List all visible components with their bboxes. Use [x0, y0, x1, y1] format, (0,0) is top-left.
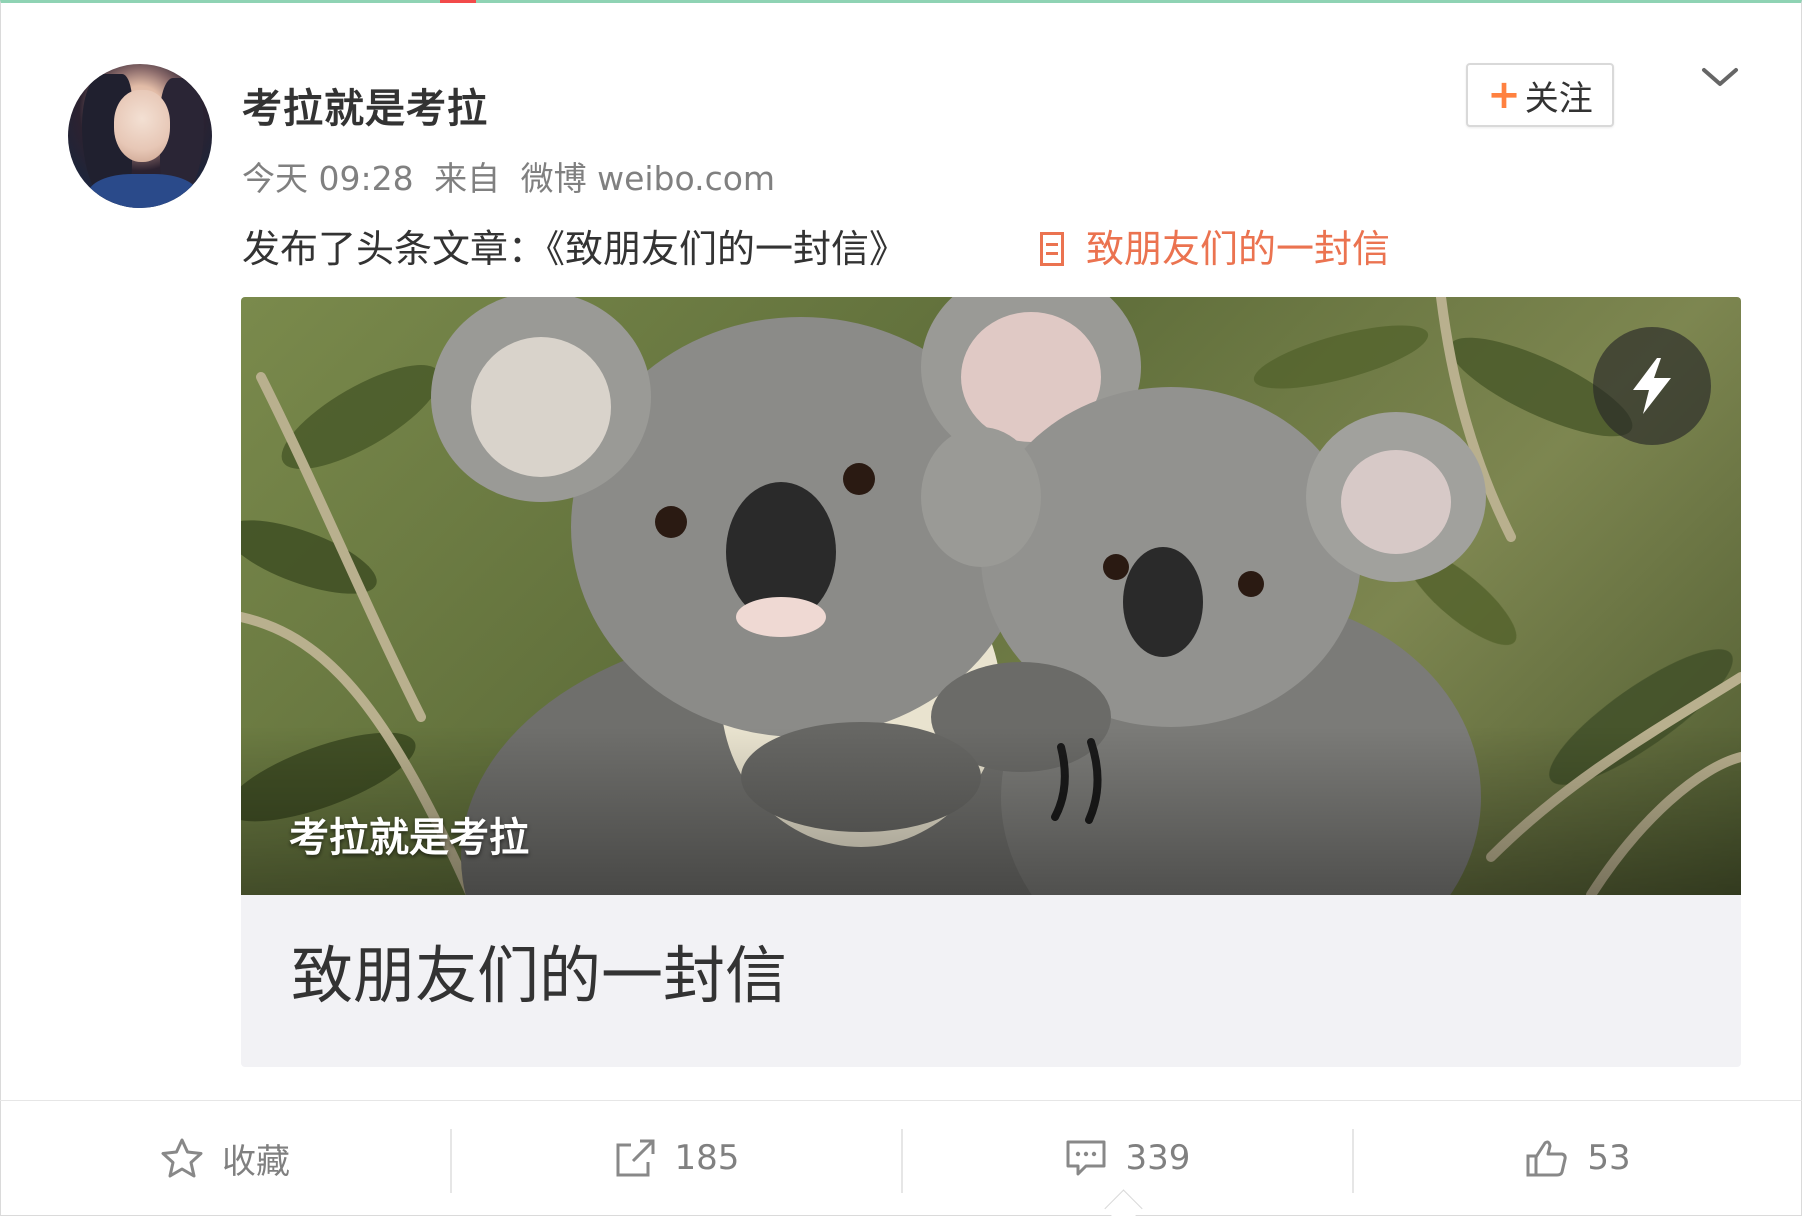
comment-icon [1066, 1140, 1106, 1176]
avatar-face [114, 90, 170, 162]
like-count: 53 [1587, 1138, 1631, 1178]
comment-count: 339 [1125, 1138, 1191, 1178]
plus-icon: + [1487, 72, 1521, 118]
favorite-button[interactable]: 收藏 [0, 1101, 450, 1215]
repost-button[interactable]: 185 [451, 1101, 901, 1215]
action-bar: 收藏 185 339 53 [0, 1100, 1803, 1228]
like-button[interactable]: 53 [1353, 1101, 1803, 1215]
lightning-button[interactable] [1593, 327, 1711, 445]
avatar[interactable] [68, 64, 212, 208]
repost-count: 185 [674, 1138, 740, 1178]
post-meta: 今天 09:28 来自 微博 weibo.com [242, 152, 785, 200]
article-cover-image[interactable]: 考拉就是考拉 [241, 297, 1741, 895]
card-caption: 考拉就是考拉 [289, 815, 529, 861]
share-icon [616, 1139, 655, 1177]
document-icon [1040, 232, 1064, 266]
article-link-label: 致朋友们的一封信 [1086, 227, 1391, 271]
follow-button[interactable]: + 关注 [1466, 63, 1614, 127]
post-source[interactable]: 微博 weibo.com [521, 159, 775, 198]
thumbs-up-icon [1526, 1140, 1568, 1177]
source-prefix: 来自 [434, 159, 501, 198]
lightning-icon [1633, 358, 1671, 414]
post-content: 发布了头条文章：《致朋友们的一封信》 [242, 227, 908, 271]
star-icon [161, 1138, 203, 1178]
article-card[interactable]: 考拉就是考拉 致朋友们的一封信 [241, 297, 1741, 1067]
post-time[interactable]: 今天 09:28 [242, 159, 414, 198]
follow-label: 关注 [1524, 78, 1593, 119]
favorite-label: 收藏 [222, 1141, 290, 1182]
avatar-shirt [88, 174, 198, 208]
chevron-down-icon[interactable] [1700, 62, 1740, 92]
user-name[interactable]: 考拉就是考拉 [242, 76, 488, 134]
top-accent-bar [440, 0, 476, 3]
card-title[interactable]: 致朋友们的一封信 [291, 925, 787, 1015]
article-link[interactable]: 致朋友们的一封信 [1040, 218, 1390, 273]
